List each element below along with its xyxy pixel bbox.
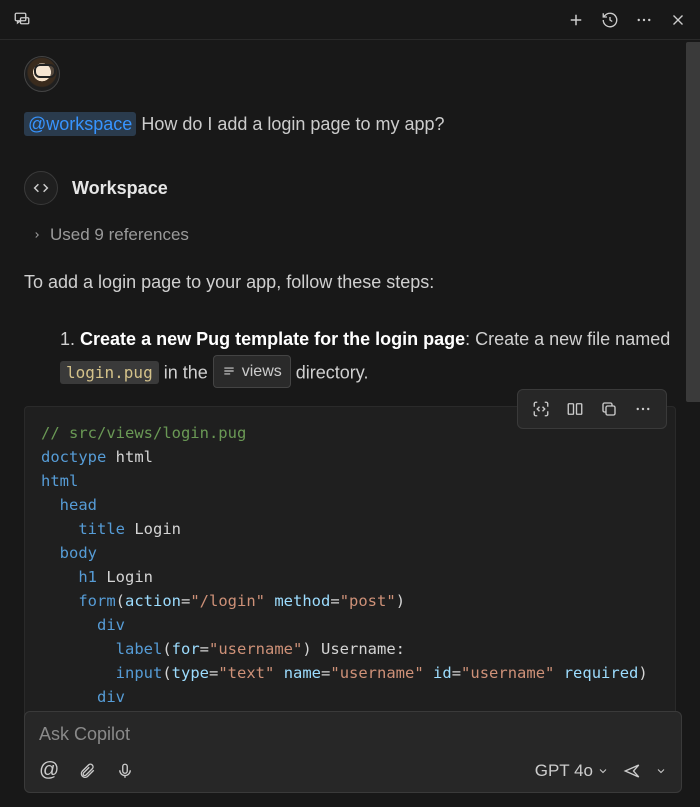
send-icon[interactable] xyxy=(619,761,645,781)
chat-icon[interactable] xyxy=(12,10,32,30)
chat-input[interactable]: Ask Copilot @ GPT 4o xyxy=(24,711,682,793)
close-icon[interactable] xyxy=(668,10,688,30)
mention-button[interactable]: @ xyxy=(39,759,59,782)
prompt-text: How do I add a login page to my app? xyxy=(136,114,444,134)
step-title: Create a new Pug template for the login … xyxy=(80,329,465,349)
insert-at-cursor-icon[interactable] xyxy=(564,398,586,420)
model-picker[interactable]: GPT 4o xyxy=(535,761,609,781)
model-name: GPT 4o xyxy=(535,761,593,781)
code-toolbar xyxy=(517,389,667,429)
plus-icon[interactable] xyxy=(566,10,586,30)
views-directory-button[interactable]: views xyxy=(213,355,291,388)
user-prompt: @workspace How do I add a login page to … xyxy=(24,114,676,135)
chevron-down-icon xyxy=(597,765,609,777)
response-intro: To add a login page to your app, follow … xyxy=(24,269,676,296)
copy-icon[interactable] xyxy=(598,398,620,420)
references-toggle[interactable]: Used 9 references xyxy=(24,225,676,245)
titlebar xyxy=(0,0,700,40)
step-1: 1. Create a new Pug template for the log… xyxy=(60,324,676,388)
scrollbar[interactable] xyxy=(686,42,700,402)
response-header: Workspace xyxy=(24,171,676,205)
more-icon[interactable] xyxy=(634,10,654,30)
agent-name: Workspace xyxy=(72,178,168,199)
code-more-icon[interactable] xyxy=(632,398,654,420)
input-placeholder: Ask Copilot xyxy=(39,724,667,745)
titlebar-left xyxy=(12,10,32,30)
mic-icon[interactable] xyxy=(115,761,135,781)
titlebar-right xyxy=(566,10,688,30)
user-avatar xyxy=(24,56,60,92)
agent-badge-icon xyxy=(24,171,58,205)
code-block: // src/views/login.pug doctype html html… xyxy=(24,406,676,740)
code-content: // src/views/login.pug doctype html html… xyxy=(25,407,675,740)
apply-in-editor-icon[interactable] xyxy=(530,398,552,420)
history-icon[interactable] xyxy=(600,10,620,30)
attach-icon[interactable] xyxy=(77,761,97,781)
references-label: Used 9 references xyxy=(50,225,189,245)
input-toolbar: @ GPT 4o xyxy=(39,759,667,782)
chevron-right-icon xyxy=(32,228,42,242)
step-list: 1. Create a new Pug template for the log… xyxy=(24,324,676,388)
chat-area: @workspace How do I add a login page to … xyxy=(0,40,700,740)
file-login-pug: login.pug xyxy=(60,361,159,384)
send-dropdown-icon[interactable] xyxy=(655,765,667,777)
workspace-mention[interactable]: @workspace xyxy=(24,112,136,136)
